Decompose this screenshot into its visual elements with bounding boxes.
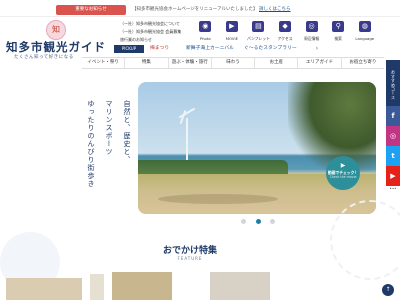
play-icon: ▶ [340, 162, 346, 169]
more-icon[interactable]: ••• [386, 186, 400, 192]
quick-link-label: Language [355, 36, 375, 41]
page-top-button[interactable]: ↑ [382, 284, 394, 296]
wind-turbine [186, 118, 188, 160]
search-icon: ⚲ [332, 21, 345, 32]
quick-link-access[interactable]: ◆ アクセス [272, 18, 299, 44]
hero-slideshow-image[interactable] [138, 82, 376, 214]
quick-link-label: Photo [199, 36, 211, 41]
quick-link-search[interactable]: ⚲ 検索 [325, 18, 352, 44]
logo-title: 知多市観光ガイド [6, 40, 106, 54]
youtube-icon[interactable]: ▶ [386, 166, 400, 186]
notice-text: 【知多市観光協会ホームページをリニューアルいたしました】 詳しくはこちら [132, 5, 291, 15]
quick-link-label: パンフレット [247, 36, 270, 41]
nav-item-souvenir[interactable]: お土産 [254, 58, 297, 68]
recommended-course-tab[interactable]: おすすめコース [386, 60, 400, 106]
pickup-tag: PICKUP [114, 45, 144, 53]
pickup-item-carnival[interactable]: 新舞子海上カーニバル [186, 45, 234, 53]
nav-item-area[interactable]: エリアガイド [297, 58, 340, 68]
quick-link-label: MOVIE [225, 36, 239, 41]
feature-thumbnail[interactable] [90, 274, 104, 300]
notice-message: 【知多市観光協会ホームページをリニューアルいたしました】 [132, 7, 258, 12]
movie-icon: ▶ [225, 21, 238, 32]
slider-dots [241, 219, 275, 225]
slider-dot[interactable] [241, 219, 246, 224]
pickup-next-arrow[interactable]: › [312, 45, 322, 53]
camera-icon: ◉ [199, 21, 212, 32]
hero-shadow [158, 194, 278, 204]
pickup-item-stamp-rally[interactable]: ぐ～るたスタンプラリー [244, 45, 297, 53]
quick-link-pamphlet[interactable]: ▤ パンフレット [245, 18, 272, 44]
nav-item-taste[interactable]: 味わう [210, 58, 254, 68]
hero-trees [138, 160, 288, 174]
quick-link-label: アクセス [277, 36, 293, 41]
facebook-icon[interactable]: f [386, 106, 400, 126]
side-bar: おすすめコース f ◎ t ▶ ••• [386, 60, 400, 192]
feature-thumbnails [0, 268, 400, 300]
quick-link-label: 検索 [334, 36, 342, 41]
logo-seal-icon: 知 [46, 20, 66, 40]
association-about-link[interactable]: （一社）知多市観光協会について [120, 20, 200, 28]
slider-dot[interactable] [270, 219, 275, 224]
nav-item-events[interactable]: イベント・祭り [82, 58, 124, 68]
feature-section-title: おでかけ特集 [162, 246, 217, 256]
quick-link-photo[interactable]: ◉ Photo [192, 18, 219, 44]
notice-detail-link[interactable]: 詳しくはこちら [259, 7, 291, 12]
pickup-item-ume[interactable]: 梅まつり [150, 45, 169, 53]
tagline-line-1: 自然と、歴史と、 [123, 100, 131, 164]
association-links: （一社）知多市観光協会について （一社）知多市観光協会 会員募集 旅行業のお知ら… [120, 20, 200, 44]
quick-link-label: 周辺情報 [304, 36, 320, 41]
check-movie-button[interactable]: ▶ 動画でチェック！ Check the movie [326, 156, 360, 190]
quick-link-movie[interactable]: ▶ MOVIE [219, 18, 246, 44]
instagram-icon[interactable]: ◎ [386, 126, 400, 146]
twitter-icon[interactable]: t [386, 146, 400, 166]
quick-link-nearby[interactable]: ◎ 周辺情報 [298, 18, 325, 44]
pamphlet-icon: ▤ [252, 21, 265, 32]
nav-item-stay[interactable]: お宿立ち寄り [340, 58, 384, 68]
slider-dot-active[interactable] [255, 219, 261, 224]
logo-subtitle: たくさん知って好きになる [14, 55, 74, 60]
feature-thumbnail[interactable] [6, 278, 82, 300]
feature-thumbnail[interactable] [210, 272, 270, 300]
association-member-link[interactable]: （一社）知多市観光協会 会員募集 [120, 28, 200, 36]
main-nav: イベント・祭り 特集 遊ぶ・体験・旅行 味わう お土産 エリアガイド お宿立ち寄… [82, 57, 384, 69]
map-icon: ◎ [305, 21, 318, 32]
travel-notice-link[interactable]: 旅行業のお知らせ [120, 36, 200, 44]
feature-thumbnail[interactable] [112, 272, 172, 300]
tagline-line-2: マリンスポーツ [105, 100, 113, 156]
nav-item-feature[interactable]: 特集 [124, 58, 167, 68]
hero-tagline: 自然と、歴史と、 マリンスポーツ ゆったりのんびり街歩き [60, 100, 138, 190]
quick-links: ◉ Photo ▶ MOVIE ▤ パンフレット ◆ アクセス ◎ 周辺情報 ⚲… [192, 18, 378, 44]
site-logo[interactable]: 知 知多市観光ガイド たくさん知って好きになる [6, 20, 118, 62]
quick-link-language[interactable]: ◍ Language [351, 18, 378, 44]
nav-item-play[interactable]: 遊ぶ・体験・旅行 [167, 58, 211, 68]
car-icon: ◆ [279, 21, 292, 32]
important-notice-badge[interactable]: 重要なお知らせ [56, 5, 126, 15]
feature-section-subtitle: FEATURE [177, 256, 203, 261]
check-movie-sublabel: Check the movie [329, 175, 357, 179]
tagline-line-3: ゆったりのんびり街歩き [87, 100, 95, 188]
globe-icon: ◍ [358, 21, 371, 32]
